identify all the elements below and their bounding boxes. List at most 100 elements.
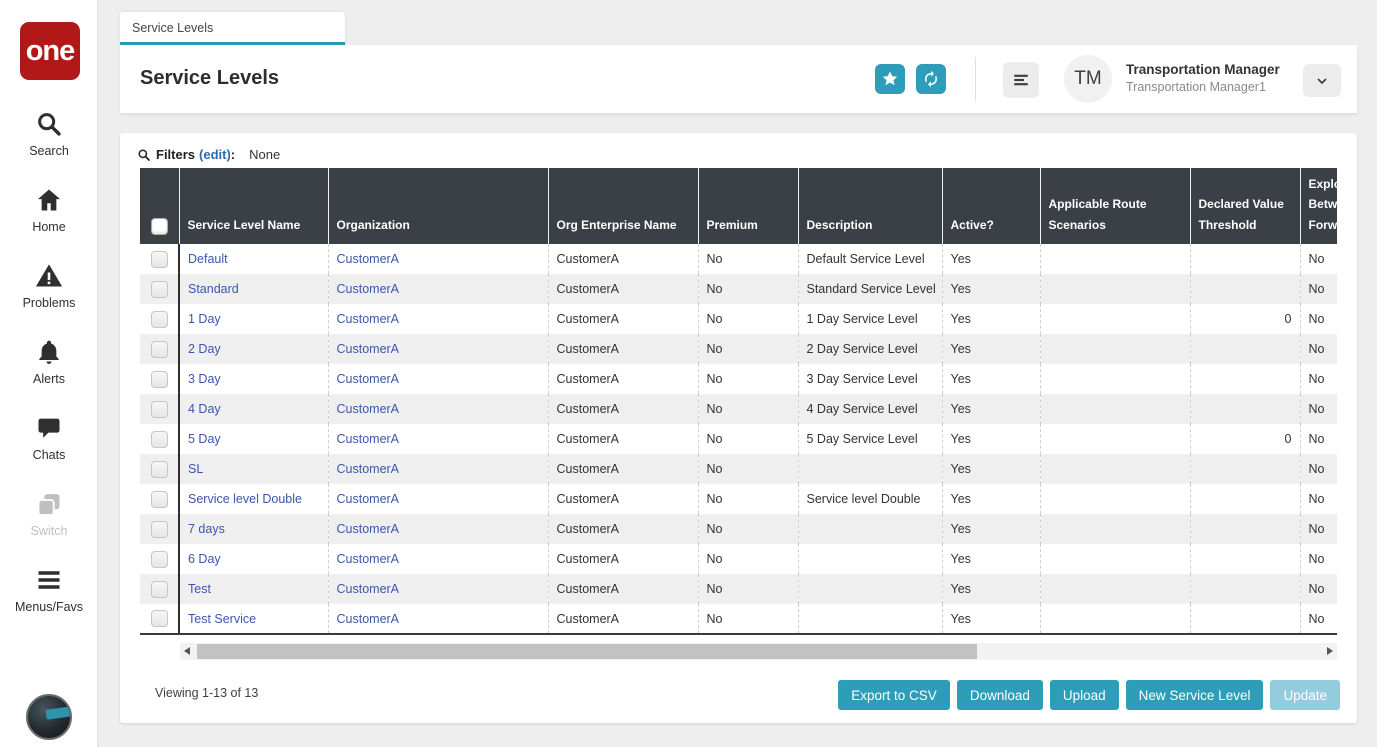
organization-link[interactable]: CustomerA — [337, 372, 400, 386]
row-checkbox-cell — [140, 274, 180, 305]
organization-link[interactable]: CustomerA — [337, 462, 400, 476]
column-header-premium[interactable]: Premium — [698, 168, 799, 245]
route-scenarios-cell — [1040, 364, 1191, 395]
organization-link[interactable]: CustomerA — [337, 342, 400, 356]
scrollbar-thumb[interactable] — [197, 644, 977, 659]
organization-link[interactable]: CustomerA — [337, 282, 400, 296]
service-level-name-link[interactable]: Service level Double — [188, 492, 302, 506]
page-title: Service Levels — [140, 67, 279, 89]
column-header-org_enterprise[interactable]: Org Enterprise Name — [548, 168, 699, 245]
service-level-name-link[interactable]: Test — [188, 582, 211, 596]
sidebar-item-chats[interactable]: Chats — [0, 400, 98, 462]
service-levels-card: Filters (edit): None Service Level Name O… — [120, 133, 1357, 723]
explode-cell: No — [1308, 492, 1325, 507]
upload-button[interactable]: Upload — [1049, 680, 1119, 710]
row-checkbox[interactable] — [150, 340, 168, 358]
declared-value-cell — [1190, 454, 1301, 485]
one-logo[interactable]: one — [20, 22, 80, 80]
service-level-name-link[interactable]: 5 Day — [188, 432, 221, 446]
scroll-right-icon[interactable] — [1327, 647, 1333, 655]
assistant-avatar[interactable] — [26, 694, 72, 740]
sidebar-item-home[interactable]: Home — [0, 172, 98, 234]
org-enterprise-cell: CustomerA — [548, 274, 699, 305]
filters-edit-link[interactable]: (edit) — [199, 147, 231, 162]
service-level-name-link[interactable]: 1 Day — [188, 312, 221, 326]
organization-link[interactable]: CustomerA — [337, 432, 400, 446]
description-cell: Service level Double — [798, 484, 943, 515]
row-checkbox[interactable] — [150, 280, 168, 298]
org-enterprise-cell: CustomerA — [548, 394, 699, 425]
user-info: Transportation Manager Transportation Ma… — [1126, 62, 1280, 94]
route-scenarios-cell — [1040, 334, 1191, 365]
service-level-name-link[interactable]: 7 days — [188, 522, 225, 536]
service-level-name-link[interactable]: Standard — [188, 282, 239, 296]
column-header-description[interactable]: Description — [798, 168, 943, 245]
row-checkbox[interactable] — [150, 370, 168, 388]
download-button[interactable]: Download — [956, 680, 1043, 710]
export-to-csv-button[interactable]: Export to CSV — [838, 680, 950, 710]
organization-link[interactable]: CustomerA — [337, 402, 400, 416]
list-menu-button[interactable] — [1003, 62, 1039, 98]
row-checkbox[interactable] — [150, 490, 168, 508]
premium-cell: No — [698, 304, 799, 335]
row-checkbox[interactable] — [150, 580, 168, 598]
sidebar-item-search[interactable]: Search — [0, 96, 98, 158]
horizontal-scrollbar[interactable] — [180, 643, 1337, 660]
column-header-declared_value[interactable]: Declared Value Threshold — [1190, 168, 1301, 245]
service-level-name-link[interactable]: 4 Day — [188, 402, 221, 416]
organization-link[interactable]: CustomerA — [337, 522, 400, 536]
new-service-level-button[interactable]: New Service Level — [1125, 680, 1264, 710]
premium-cell: No — [698, 334, 799, 365]
column-header-explode[interactable]: Explore Between Forward — [1300, 168, 1337, 245]
explode-cell: No — [1308, 462, 1325, 477]
row-checkbox[interactable] — [150, 610, 168, 628]
sidebar-item-alerts[interactable]: Alerts — [0, 324, 98, 386]
service-levels-screen: one Search Home Problems Alerts Chats Switch M… — [0, 0, 1377, 747]
user-avatar[interactable]: TM — [1064, 55, 1112, 103]
declared-value-cell: 0 — [1190, 424, 1301, 455]
refresh-button[interactable] — [916, 64, 946, 94]
warning-triangle-icon — [35, 260, 63, 292]
explode-cell: No — [1308, 342, 1325, 357]
column-header-active[interactable]: Active? — [942, 168, 1041, 245]
row-checkbox[interactable] — [150, 520, 168, 538]
organization-link[interactable]: CustomerA — [337, 492, 400, 506]
grid-header-row: Service Level Name Organization Org Enterp… — [140, 168, 1337, 245]
user-name-label: Transportation Manager1 — [1126, 80, 1266, 94]
active-cell: Yes — [942, 304, 1041, 335]
user-menu-button[interactable] — [1303, 64, 1341, 97]
row-checkbox[interactable] — [150, 310, 168, 328]
user-role-label: Transportation Manager — [1126, 62, 1280, 77]
active-cell: Yes — [942, 334, 1041, 365]
service-level-name-link[interactable]: SL — [188, 462, 203, 476]
table-row: 2 Day CustomerA CustomerA No 2 Day Service L… — [140, 334, 1337, 365]
service-level-name-link[interactable]: Default — [188, 252, 228, 266]
declared-value-cell — [1190, 364, 1301, 395]
service-level-name-link[interactable]: Test Service — [188, 612, 256, 626]
service-level-name-link[interactable]: 6 Day — [188, 552, 221, 566]
row-checkbox[interactable] — [150, 400, 168, 418]
column-header-route_scenarios[interactable]: Applicable Route Scenarios — [1040, 168, 1191, 245]
route-scenarios-cell — [1040, 394, 1191, 425]
declared-value-cell — [1190, 574, 1301, 605]
tab-service-levels[interactable]: Service Levels — [120, 12, 345, 45]
scroll-left-icon[interactable] — [184, 647, 190, 655]
select-all-checkbox[interactable] — [150, 218, 168, 236]
favorite-button[interactable] — [875, 64, 905, 94]
sidebar-item-menus[interactable]: Menus/Favs — [0, 552, 98, 614]
organization-link[interactable]: CustomerA — [337, 612, 400, 626]
organization-link[interactable]: CustomerA — [337, 312, 400, 326]
service-level-name-link[interactable]: 2 Day — [188, 342, 221, 356]
column-header-org[interactable]: Organization — [328, 168, 549, 245]
row-checkbox[interactable] — [150, 250, 168, 268]
service-level-name-link[interactable]: 3 Day — [188, 372, 221, 386]
row-checkbox[interactable] — [150, 550, 168, 568]
row-checkbox[interactable] — [150, 430, 168, 448]
route-scenarios-cell — [1040, 424, 1191, 455]
sidebar-item-problems[interactable]: Problems — [0, 248, 98, 310]
organization-link[interactable]: CustomerA — [337, 252, 400, 266]
row-checkbox[interactable] — [150, 460, 168, 478]
organization-link[interactable]: CustomerA — [337, 582, 400, 596]
organization-link[interactable]: CustomerA — [337, 552, 400, 566]
column-header-name[interactable]: Service Level Name — [179, 168, 329, 245]
